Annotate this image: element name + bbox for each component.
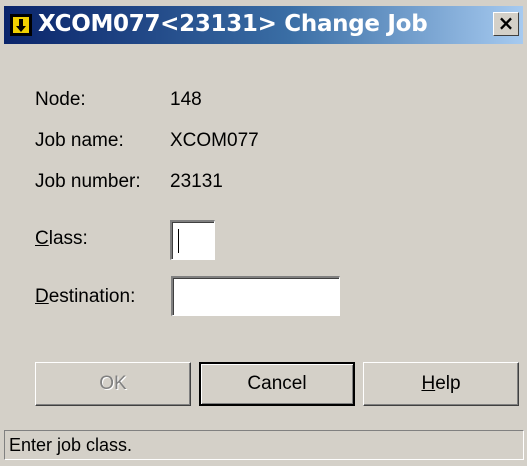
destination-label: Destination: [35,286,135,308]
xcom-job-icon [10,14,32,36]
destination-label-text: estination: [48,286,136,307]
class-label-text: lass: [48,228,88,249]
help-label-text: elp [435,373,461,394]
job-name-label: Job name: [35,130,124,151]
status-text: Enter job class. [9,435,133,455]
text-caret [178,229,179,253]
help-button[interactable]: Help [363,362,519,406]
help-label-mnemonic: H [421,373,436,394]
node-label: Node: [35,89,86,110]
window-title: XCOM077<23131> Change Job [38,11,428,37]
class-label: Class: [35,228,88,250]
class-label-mnemonic: C [35,228,49,249]
destination-input[interactable] [171,276,340,316]
ok-button[interactable]: OK [35,362,191,406]
class-input[interactable] [170,220,215,260]
destination-label-mnemonic: D [35,286,49,307]
cancel-button[interactable]: Cancel [199,362,355,406]
title-bar[interactable]: XCOM077<23131> Change Job × [4,6,523,44]
status-bar: Enter job class. [4,430,524,460]
change-job-dialog: XCOM077<23131> Change Job × Node: 148 Jo… [0,0,527,466]
job-number-label: Job number: [35,171,141,192]
job-name-value: XCOM077 [170,130,259,151]
close-icon: × [497,11,515,35]
node-value: 148 [170,89,202,110]
job-number-value: 23131 [170,171,223,192]
close-button[interactable]: × [493,12,519,36]
